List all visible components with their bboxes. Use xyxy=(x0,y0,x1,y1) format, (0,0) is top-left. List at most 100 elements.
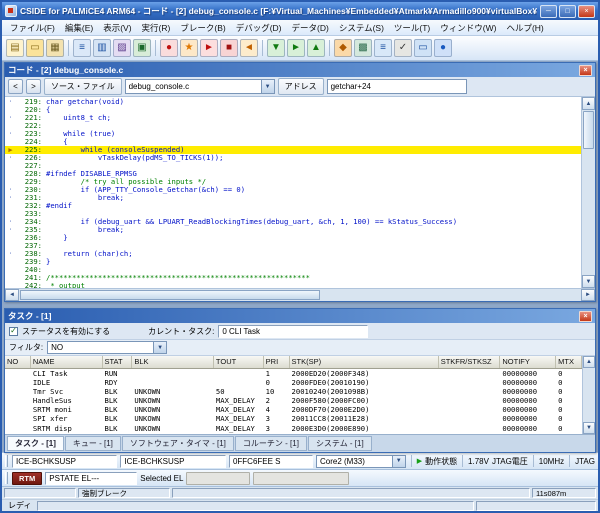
code-line-219[interactable]: ·219:char getchar(void) xyxy=(5,98,581,106)
scroll-up-icon[interactable]: ▲ xyxy=(583,356,595,368)
source-file-select[interactable]: debug_console.c ▼ xyxy=(125,79,275,94)
nav-back-button[interactable]: < xyxy=(8,79,23,94)
chevron-down-icon[interactable]: ▼ xyxy=(261,80,274,93)
code-line-231[interactable]: ·231: break; xyxy=(5,194,581,202)
chevron-down-icon[interactable]: ▼ xyxy=(392,456,405,467)
column-header-mtx[interactable]: MTX xyxy=(556,356,582,368)
code-line-239[interactable]: 239:} xyxy=(5,258,581,266)
drag-grip[interactable] xyxy=(5,455,8,467)
new-document-icon[interactable]: ▤ xyxy=(6,39,24,57)
menu-item-3[interactable]: 表示(V) xyxy=(98,21,136,35)
column-header-blk[interactable]: BLK xyxy=(132,356,214,368)
toolbar-separator xyxy=(262,40,263,56)
status-enable-checkbox[interactable]: ✓ xyxy=(9,327,18,336)
scrollbar-thumb[interactable] xyxy=(583,111,594,149)
filter-select[interactable]: NO ▼ xyxy=(47,341,167,354)
register-window-icon[interactable]: ▣ xyxy=(133,39,151,57)
watch-window-icon[interactable]: ▥ xyxy=(93,39,111,57)
flash-write-icon[interactable]: ◆ xyxy=(334,39,352,57)
column-header-stat[interactable]: STAT xyxy=(103,356,133,368)
chip-config-icon[interactable]: ▩ xyxy=(354,39,372,57)
code-line-223[interactable]: ·223: while (true) xyxy=(5,130,581,138)
task-window-icon[interactable]: ≡ xyxy=(374,39,392,57)
event-break-icon[interactable]: ★ xyxy=(180,39,198,57)
menu-item-8[interactable]: システム(S) xyxy=(334,21,389,35)
menu-item-5[interactable]: ブレーク(B) xyxy=(175,21,230,35)
table-scrollbar[interactable]: ▲ ▼ xyxy=(582,356,595,434)
menu-item-4[interactable]: 実行(R) xyxy=(137,21,176,35)
save-icon[interactable]: ▦ xyxy=(46,39,64,57)
step-out-icon[interactable]: ▲ xyxy=(307,39,325,57)
table-row[interactable]: CLI TaskRUN12000ED20(2000F348)000000000 xyxy=(5,369,582,378)
table-row[interactable]: SPI xferBLKUNKOWNMAX_DELAY320011CC8(2001… xyxy=(5,414,582,423)
horizontal-scrollbar[interactable]: ◄ ► xyxy=(5,288,595,301)
breakpoint-gutter xyxy=(5,138,16,146)
table-row[interactable]: Tmr SvcBLKUNKOWN501020010240(2001098B)00… xyxy=(5,387,582,396)
view-tab-5[interactable]: システム - [1] xyxy=(308,436,372,451)
drag-grip[interactable] xyxy=(5,472,8,484)
tools-icon[interactable]: ✓ xyxy=(394,39,412,57)
code-line-238[interactable]: ·238: return (char)ch; xyxy=(5,250,581,258)
code-window-icon[interactable]: ≡ xyxy=(73,39,91,57)
vertical-scrollbar[interactable]: ▲ ▼ xyxy=(581,97,595,288)
close-button[interactable]: × xyxy=(578,5,595,18)
column-header-stkfr-stksz[interactable]: STKFR/STKSZ xyxy=(439,356,501,368)
scrollbar-thumb[interactable] xyxy=(20,290,320,300)
menu-item-2[interactable]: 編集(E) xyxy=(60,21,98,35)
menu-item-11[interactable]: ヘルプ(H) xyxy=(501,21,548,35)
reset-icon[interactable]: ◄ xyxy=(240,39,258,57)
menu-item-7[interactable]: データ(D) xyxy=(287,21,334,35)
code-line-241[interactable]: 241:/***********************************… xyxy=(5,274,581,282)
menu-item-1[interactable]: ファイル(F) xyxy=(5,21,60,35)
scroll-up-icon[interactable]: ▲ xyxy=(582,97,595,110)
view-tab-4[interactable]: コルーチン - [1] xyxy=(235,436,307,451)
view-tab-3[interactable]: ソフトウェア・タイマ - [1] xyxy=(122,436,234,451)
code-line-226[interactable]: ·226: vTaskDelay(pdMS_TO_TICKS(1)); xyxy=(5,154,581,162)
view-tab-2[interactable]: キュー - [1] xyxy=(65,436,121,451)
column-header-tout[interactable]: TOUT xyxy=(214,356,264,368)
table-row[interactable]: HandleSusBLKUNKOWNMAX_DELAY22000F580(200… xyxy=(5,396,582,405)
status-enable-label: ステータスを有効にする xyxy=(22,326,110,337)
memory-window-icon[interactable]: ▨ xyxy=(113,39,131,57)
code-window-titlebar[interactable]: コード - [2] debug_console.c × xyxy=(5,63,595,77)
scroll-down-icon[interactable]: ▼ xyxy=(583,422,595,434)
column-header-no[interactable]: NO xyxy=(5,356,31,368)
chevron-down-icon[interactable]: ▼ xyxy=(153,342,166,353)
task-window-titlebar[interactable]: タスク - [1] × xyxy=(5,309,595,323)
help-globe-icon[interactable]: ● xyxy=(434,39,452,57)
code-line-232[interactable]: 232:#endif xyxy=(5,202,581,210)
code-line-235[interactable]: ·235: break; xyxy=(5,226,581,234)
step-over-icon[interactable]: ► xyxy=(287,39,305,57)
scroll-right-icon[interactable]: ► xyxy=(581,289,595,301)
rtm-badge[interactable]: RTM xyxy=(12,472,42,485)
table-row[interactable]: SRTM dispBLKUNKOWNMAX_DELAY32000E3D0(200… xyxy=(5,424,582,433)
table-row[interactable]: SRTM moniBLKUNKOWNMAX_DELAY42000DF70(200… xyxy=(5,405,582,414)
shared-folder-icon[interactable]: ▭ xyxy=(414,39,432,57)
view-tab-1[interactable]: タスク - [1] xyxy=(7,436,64,451)
step-into-icon[interactable]: ▼ xyxy=(267,39,285,57)
column-header-pri[interactable]: PRI xyxy=(264,356,290,368)
code-line-236[interactable]: 236: } xyxy=(5,234,581,242)
code-line-221[interactable]: ·221: uint8_t ch; xyxy=(5,114,581,122)
menu-item-9[interactable]: ツール(T) xyxy=(389,21,435,35)
scroll-down-icon[interactable]: ▼ xyxy=(582,275,595,288)
breakpoint-icon[interactable]: ● xyxy=(160,39,178,57)
column-header-notify[interactable]: NOTIFY xyxy=(500,356,556,368)
address-input[interactable]: getchar+24 xyxy=(327,79,467,94)
column-header-stk-sp-[interactable]: STK(SP) xyxy=(290,356,439,368)
table-row[interactable]: IDLERDY02000FDE0(20010190)000000000 xyxy=(5,378,582,387)
run-icon[interactable]: ► xyxy=(200,39,218,57)
stop-icon[interactable]: ■ xyxy=(220,39,238,57)
task-window-close-icon[interactable]: × xyxy=(579,311,592,322)
code-window-close-icon[interactable]: × xyxy=(579,65,592,76)
menu-item-10[interactable]: ウィンドウ(W) xyxy=(435,21,501,35)
nav-forward-button[interactable]: > xyxy=(26,79,41,94)
breakpoint-gutter xyxy=(5,266,16,274)
menu-item-6[interactable]: デバッグ(D) xyxy=(231,21,287,35)
open-project-icon[interactable]: ▭ xyxy=(26,39,44,57)
core-select[interactable]: Core2 (M33) ▼ xyxy=(316,455,406,468)
scroll-left-icon[interactable]: ◄ xyxy=(5,289,19,301)
column-header-name[interactable]: NAME xyxy=(31,356,103,368)
maximize-button[interactable]: □ xyxy=(559,5,576,18)
minimize-button[interactable]: ─ xyxy=(540,5,557,18)
